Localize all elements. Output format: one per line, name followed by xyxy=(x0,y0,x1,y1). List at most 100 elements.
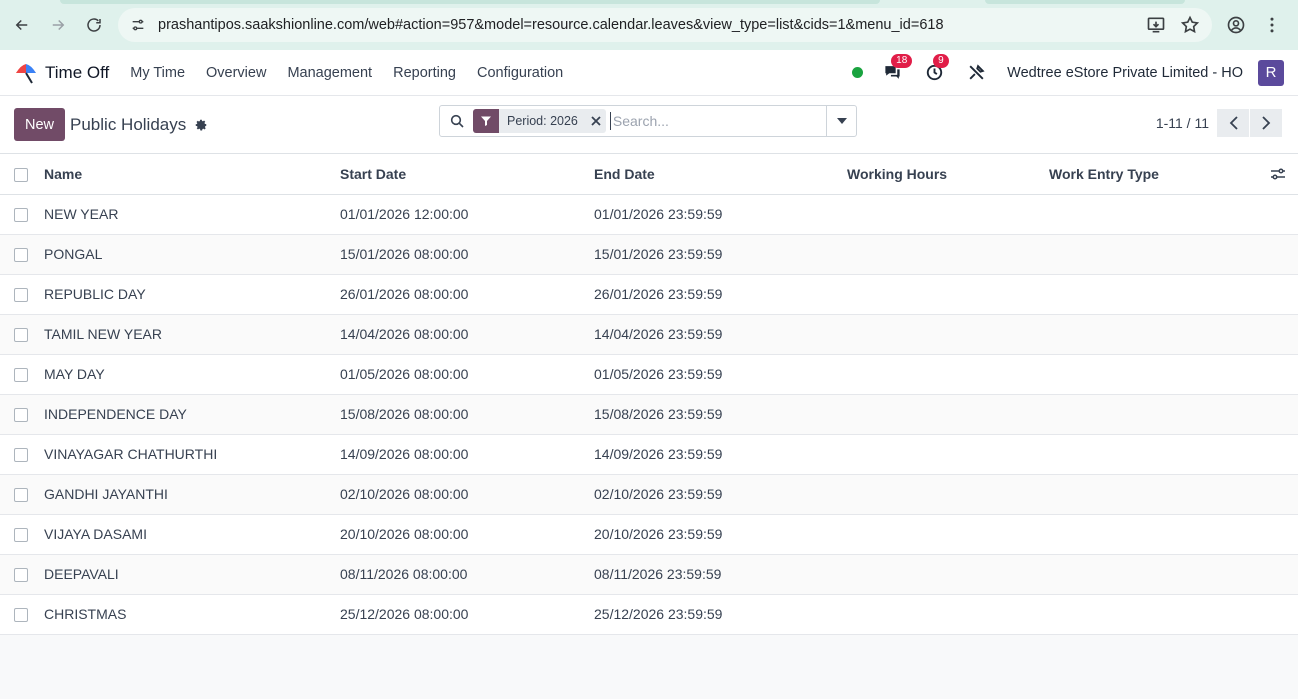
cell-start-date[interactable]: 25/12/2026 08:00:00 xyxy=(340,594,594,634)
column-header-start-date[interactable]: Start Date xyxy=(340,154,594,194)
cell-end-date[interactable]: 14/04/2026 23:59:59 xyxy=(594,314,847,354)
gear-icon[interactable] xyxy=(194,118,208,132)
cell-name[interactable]: TAMIL NEW YEAR xyxy=(44,314,340,354)
cell-working-hours[interactable] xyxy=(847,594,1049,634)
cell-working-hours[interactable] xyxy=(847,434,1049,474)
cell-name[interactable]: INDEPENDENCE DAY xyxy=(44,394,340,434)
table-row[interactable]: VIJAYA DASAMI 20/10/2026 08:00:00 20/10/20… xyxy=(0,514,1298,554)
cell-work-entry-type[interactable] xyxy=(1049,314,1258,354)
cell-end-date[interactable]: 02/10/2026 23:59:59 xyxy=(594,474,847,514)
cell-start-date[interactable]: 14/04/2026 08:00:00 xyxy=(340,314,594,354)
cell-end-date[interactable]: 15/08/2026 23:59:59 xyxy=(594,394,847,434)
app-name[interactable]: Time Off xyxy=(45,63,109,83)
pager-previous-button[interactable] xyxy=(1217,109,1249,137)
cell-name[interactable]: VIJAYA DASAMI xyxy=(44,514,340,554)
cell-working-hours[interactable] xyxy=(847,194,1049,234)
row-checkbox[interactable] xyxy=(14,368,28,383)
cell-end-date[interactable]: 14/09/2026 23:59:59 xyxy=(594,434,847,474)
activities-button[interactable]: 9 xyxy=(923,53,949,84)
pager-value[interactable]: 1-11 / 11 xyxy=(1156,115,1209,131)
more-vertical-icon[interactable] xyxy=(1262,15,1282,35)
row-checkbox[interactable] xyxy=(14,448,28,463)
cell-work-entry-type[interactable] xyxy=(1049,554,1258,594)
optional-columns-toggle[interactable] xyxy=(1258,154,1298,194)
column-header-work-entry-type[interactable]: Work Entry Type xyxy=(1049,154,1258,194)
menu-my-time[interactable]: My Time xyxy=(130,65,185,81)
cell-working-hours[interactable] xyxy=(847,314,1049,354)
cell-work-entry-type[interactable] xyxy=(1049,594,1258,634)
forward-arrow-icon[interactable] xyxy=(44,11,72,39)
cell-work-entry-type[interactable] xyxy=(1049,474,1258,514)
cell-name[interactable]: REPUBLIC DAY xyxy=(44,274,340,314)
address-bar[interactable]: prashantipos.saakshionline.com/web#actio… xyxy=(118,8,1212,42)
row-checkbox[interactable] xyxy=(14,288,28,303)
cell-working-hours[interactable] xyxy=(847,514,1049,554)
cell-start-date[interactable]: 08/11/2026 08:00:00 xyxy=(340,554,594,594)
row-checkbox[interactable] xyxy=(14,248,28,263)
cell-working-hours[interactable] xyxy=(847,354,1049,394)
cell-end-date[interactable]: 20/10/2026 23:59:59 xyxy=(594,514,847,554)
table-row[interactable]: INDEPENDENCE DAY 15/08/2026 08:00:00 15/08… xyxy=(0,394,1298,434)
time-off-app-icon[interactable] xyxy=(14,61,38,85)
cell-name[interactable]: NEW YEAR xyxy=(44,194,340,234)
cell-end-date[interactable]: 25/12/2026 23:59:59 xyxy=(594,594,847,634)
column-header-end-date[interactable]: End Date xyxy=(594,154,847,194)
cell-work-entry-type[interactable] xyxy=(1049,354,1258,394)
menu-management[interactable]: Management xyxy=(287,65,372,81)
cell-name[interactable]: CHRISTMAS xyxy=(44,594,340,634)
cell-start-date[interactable]: 15/01/2026 08:00:00 xyxy=(340,234,594,274)
close-icon[interactable] xyxy=(586,111,606,131)
cell-name[interactable]: MAY DAY xyxy=(44,354,340,394)
table-row[interactable]: REPUBLIC DAY 26/01/2026 08:00:00 26/01/202… xyxy=(0,274,1298,314)
table-row[interactable]: NEW YEAR 01/01/2026 12:00:00 01/01/2026 23… xyxy=(0,194,1298,234)
cell-end-date[interactable]: 26/01/2026 23:59:59 xyxy=(594,274,847,314)
select-all-checkbox[interactable] xyxy=(14,167,28,182)
cell-end-date[interactable]: 15/01/2026 23:59:59 xyxy=(594,234,847,274)
chevron-down-icon[interactable] xyxy=(826,106,856,136)
cell-name[interactable]: VINAYAGAR CHATHURTHI xyxy=(44,434,340,474)
table-row[interactable]: GANDHI JAYANTHI 02/10/2026 08:00:00 02/10/… xyxy=(0,474,1298,514)
row-checkbox[interactable] xyxy=(14,528,28,543)
cell-working-hours[interactable] xyxy=(847,554,1049,594)
reload-icon[interactable] xyxy=(80,11,108,39)
company-switcher[interactable]: Wedtree eStore Private Limited - HO xyxy=(1007,65,1243,81)
cell-start-date[interactable]: 14/09/2026 08:00:00 xyxy=(340,434,594,474)
cell-start-date[interactable]: 15/08/2026 08:00:00 xyxy=(340,394,594,434)
menu-overview[interactable]: Overview xyxy=(206,65,266,81)
table-row[interactable]: DEEPAVALI 08/11/2026 08:00:00 08/11/2026 2… xyxy=(0,554,1298,594)
cell-working-hours[interactable] xyxy=(847,234,1049,274)
row-checkbox[interactable] xyxy=(14,608,28,623)
column-header-working-hours[interactable]: Working Hours xyxy=(847,154,1049,194)
debug-tools-button[interactable] xyxy=(965,62,987,84)
cell-start-date[interactable]: 02/10/2026 08:00:00 xyxy=(340,474,594,514)
search-input[interactable] xyxy=(609,112,826,130)
cell-work-entry-type[interactable] xyxy=(1049,394,1258,434)
search-icon[interactable] xyxy=(449,113,465,129)
install-app-icon[interactable] xyxy=(1146,15,1166,35)
messages-button[interactable]: 18 xyxy=(881,53,913,84)
cell-work-entry-type[interactable] xyxy=(1049,194,1258,234)
cell-working-hours[interactable] xyxy=(847,394,1049,434)
user-avatar[interactable]: R xyxy=(1258,59,1284,86)
menu-reporting[interactable]: Reporting xyxy=(393,65,456,81)
back-arrow-icon[interactable] xyxy=(8,11,36,39)
url-text[interactable]: prashantipos.saakshionline.com/web#actio… xyxy=(158,17,1132,33)
menu-configuration[interactable]: Configuration xyxy=(477,65,563,81)
cell-work-entry-type[interactable] xyxy=(1049,274,1258,314)
cell-working-hours[interactable] xyxy=(847,474,1049,514)
table-row[interactable]: PONGAL 15/01/2026 08:00:00 15/01/2026 23:5… xyxy=(0,234,1298,274)
cell-name[interactable]: DEEPAVALI xyxy=(44,554,340,594)
cell-name[interactable]: PONGAL xyxy=(44,234,340,274)
cell-start-date[interactable]: 01/05/2026 08:00:00 xyxy=(340,354,594,394)
cell-end-date[interactable]: 08/11/2026 23:59:59 xyxy=(594,554,847,594)
pager-next-button[interactable] xyxy=(1250,109,1282,137)
bookmark-star-icon[interactable] xyxy=(1180,15,1200,35)
new-button[interactable]: New xyxy=(14,108,66,141)
column-header-name[interactable]: Name xyxy=(44,154,340,194)
cell-end-date[interactable]: 01/01/2026 23:59:59 xyxy=(594,194,847,234)
table-row[interactable]: MAY DAY 01/05/2026 08:00:00 01/05/2026 23:… xyxy=(0,354,1298,394)
table-row[interactable]: TAMIL NEW YEAR 14/04/2026 08:00:00 14/04/2… xyxy=(0,314,1298,354)
cell-work-entry-type[interactable] xyxy=(1049,434,1258,474)
cell-start-date[interactable]: 26/01/2026 08:00:00 xyxy=(340,274,594,314)
cell-end-date[interactable]: 01/05/2026 23:59:59 xyxy=(594,354,847,394)
